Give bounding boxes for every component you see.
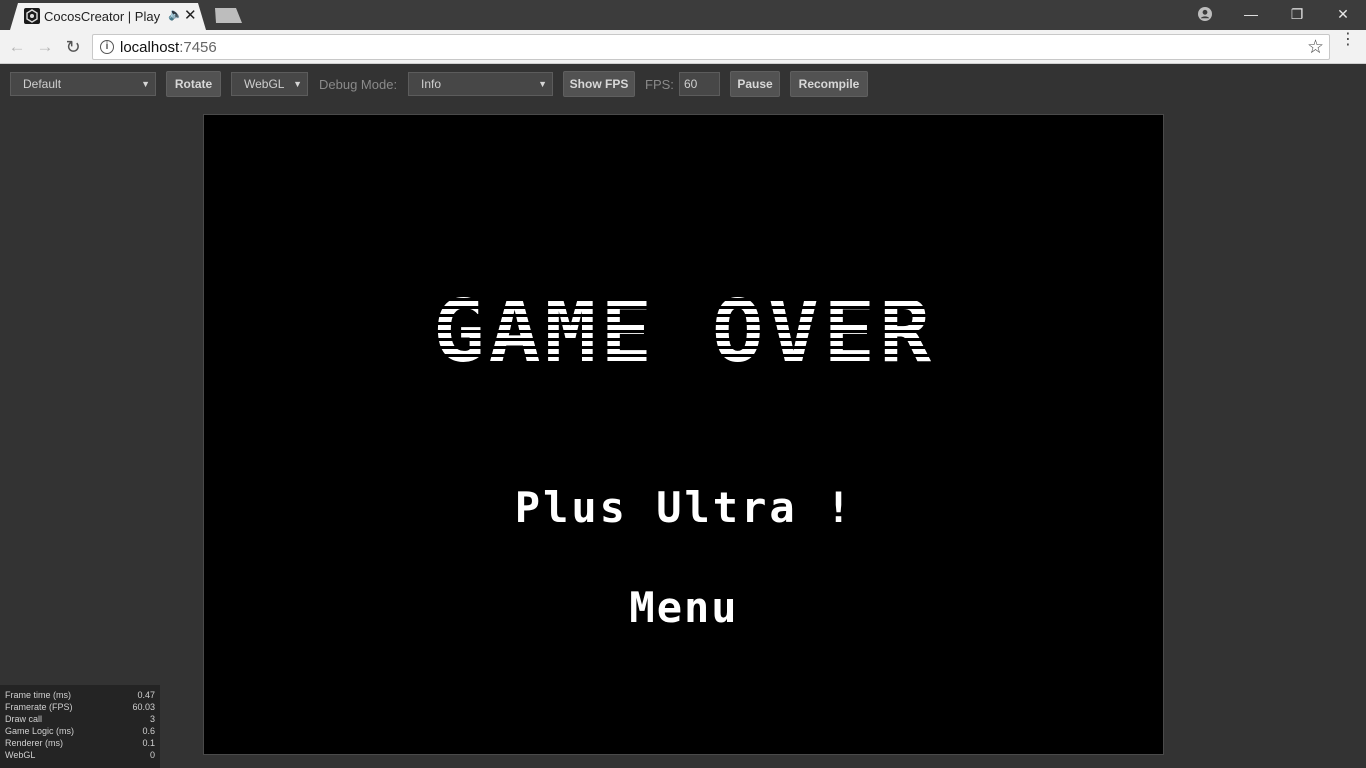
recompile-button[interactable]: Recompile [790,71,868,97]
dropdown-arrow-icon: ▼ [141,79,150,89]
fps-input[interactable]: 60 [679,72,720,96]
profiler-stats-panel: Frame time (ms) 0.47 Framerate (FPS) 60.03… [0,685,160,768]
renderer-select[interactable]: WebGL ▼ [231,72,308,96]
tab-close-icon[interactable]: ✕ [184,6,197,24]
stat-row: Frame time (ms) 0.47 [5,690,155,700]
browser-titlebar: CocosCreator | Play 🔈 ✕ — ❐ ✕ [0,0,1366,30]
reload-icon[interactable]: ↻ [62,36,84,58]
audio-playing-icon[interactable]: 🔈 [168,7,183,21]
stat-row: WebGL 0 [5,750,155,760]
preview-toolbar: Default ▼ Rotate WebGL ▼ Debug Mode: Info ▼… [0,64,1366,104]
address-bar[interactable]: i localhost:7456 ☆ [92,34,1330,60]
site-info-icon[interactable]: i [100,40,114,54]
fps-label: FPS: [645,77,674,92]
restore-icon[interactable]: ❐ [1274,0,1320,28]
dropdown-arrow-icon: ▼ [293,79,302,89]
game-over-title: GAME OVER [204,282,1165,382]
pause-button[interactable]: Pause [730,71,780,97]
stat-row: Draw call 3 [5,714,155,724]
bookmark-star-icon[interactable]: ☆ [1307,36,1324,59]
plus-ultra-text: Plus Ultra ! [514,483,855,532]
dropdown-arrow-icon: ▼ [538,79,547,89]
cocos-favicon-icon [24,8,40,24]
device-select[interactable]: Default ▼ [10,72,156,96]
minimize-icon[interactable]: — [1228,0,1274,28]
url-text[interactable]: localhost:7456 [120,39,217,56]
show-fps-button[interactable]: Show FPS [563,71,635,97]
stat-row: Renderer (ms) 0.1 [5,738,155,748]
window-close-icon[interactable]: ✕ [1320,0,1366,28]
back-arrow-icon[interactable]: ← [6,36,28,58]
forward-arrow-icon[interactable]: → [34,36,56,58]
profile-icon[interactable] [1197,6,1213,22]
game-canvas[interactable]: GAME OVER Plus Ultra ! Menu [203,114,1164,755]
menu-button[interactable]: Menu [584,583,784,632]
browser-tab-active[interactable]: CocosCreator | Play 🔈 ✕ [10,3,206,30]
stat-row: Framerate (FPS) 60.03 [5,702,155,712]
browser-menu-icon[interactable]: ⋮ [1340,32,1356,48]
debug-mode-label: Debug Mode: [319,77,398,92]
game-over-text: GAME OVER [433,285,935,375]
debug-mode-select[interactable]: Info ▼ [408,72,553,96]
rotate-button[interactable]: Rotate [166,71,221,97]
stat-row: Game Logic (ms) 0.6 [5,726,155,736]
browser-navbar: ← → ↻ i localhost:7456 ☆ ⋮ [0,30,1366,64]
tab-title: CocosCreator | Play [44,9,161,24]
new-tab-button[interactable] [215,8,242,23]
